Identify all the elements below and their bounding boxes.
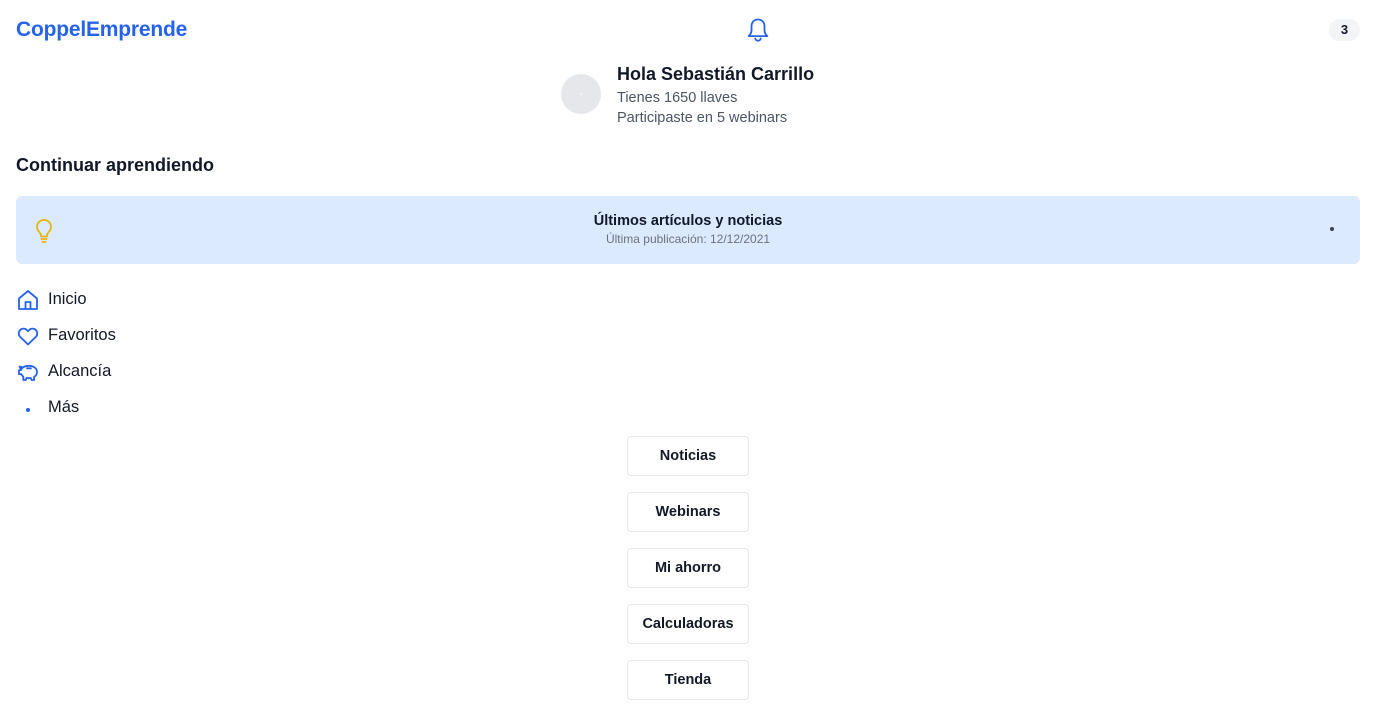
more-dot-icon: [26, 408, 30, 412]
section-title: Continuar aprendiendo: [16, 155, 214, 175]
user-greeting: Hola Sebastián Carrillo: [617, 64, 815, 84]
heart-icon: [16, 324, 40, 348]
news-card[interactable]: Últimos artículos y noticias Última publ…: [16, 196, 1360, 264]
nav-label-inicio: Inicio: [48, 290, 87, 308]
nav-label-mas: Más: [48, 398, 80, 416]
keys-count: Tienes 1650 llaves: [617, 90, 738, 106]
dot-icon: [16, 396, 40, 420]
calculadoras-button[interactable]: Calculadoras: [627, 604, 749, 644]
news-subtitle: Última publicación: 12/12/2021: [605, 232, 771, 246]
nav-item-favoritos[interactable]: Favoritos: [16, 322, 216, 350]
bell-icon[interactable]: [746, 17, 770, 43]
nav-label-favoritos: Favoritos: [48, 326, 116, 344]
noticias-button[interactable]: Noticias: [627, 436, 749, 476]
webinars-button[interactable]: Webinars: [627, 492, 749, 532]
nav-item-inicio[interactable]: Inicio: [16, 286, 216, 314]
nav-item-mas[interactable]: Más: [16, 394, 216, 422]
webinars-count: Participaste en 5 webinars: [617, 110, 788, 126]
top-header: CoppelEmprende 3: [0, 0, 1376, 60]
brand-logo[interactable]: CoppelEmprende: [16, 18, 187, 42]
news-title: Últimos artículos y noticias: [593, 213, 783, 229]
nav-item-alcancia[interactable]: Alcancía: [16, 358, 216, 386]
home-icon: [16, 288, 40, 312]
news-text: Últimos artículos y noticias Última publ…: [16, 213, 1360, 246]
notification-badge[interactable]: 3: [1329, 19, 1360, 41]
tienda-button[interactable]: Tienda: [627, 660, 749, 700]
user-profile: Hola Sebastián Carrillo Tienes 1650 llav…: [561, 62, 861, 132]
avatar[interactable]: [561, 74, 601, 114]
mi-ahorro-button[interactable]: Mi ahorro: [627, 548, 749, 588]
dot-icon: [1330, 227, 1334, 231]
piggy-bank-icon: [16, 360, 40, 384]
nav-label-alcancia: Alcancía: [48, 362, 112, 380]
